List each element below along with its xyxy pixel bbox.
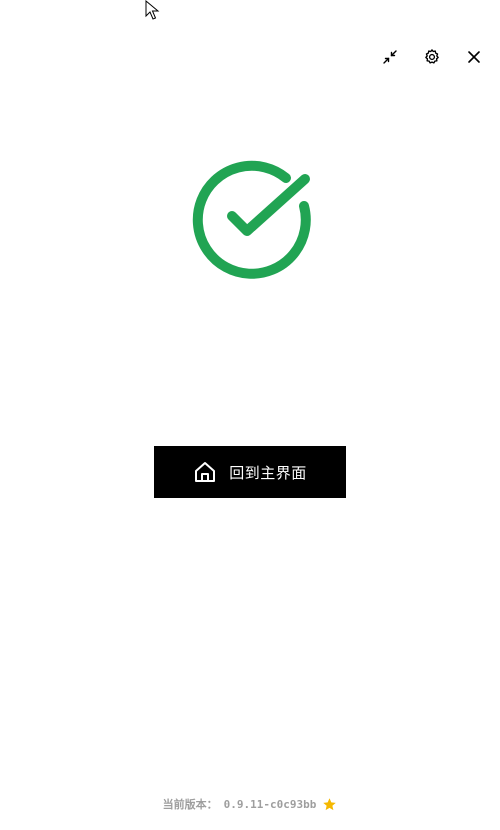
gear-icon (425, 49, 439, 64)
settings-button[interactable] (420, 45, 444, 69)
home-icon (195, 462, 216, 482)
mouse-cursor-icon (145, 0, 160, 20)
close-button[interactable] (462, 45, 486, 69)
back-to-home-button[interactable]: 回到主界面 (154, 446, 346, 498)
star-icon[interactable] (322, 797, 337, 812)
minimize-button[interactable] (378, 45, 402, 69)
window-controls (378, 45, 486, 69)
minimize-arrows-icon (383, 50, 397, 64)
version-prefix: 当前版本： (162, 798, 218, 811)
version-number: 0.9.11-c0c93bb (223, 797, 317, 811)
back-to-home-label: 回到主界面 (229, 463, 307, 482)
check-circle-icon (192, 160, 311, 279)
version-info: 当前版本： 0.9.11-c0c93bb (0, 796, 500, 812)
success-page: 回到主界面 当前版本： 0.9.11-c0c93bb (0, 0, 500, 830)
close-icon (468, 51, 480, 63)
